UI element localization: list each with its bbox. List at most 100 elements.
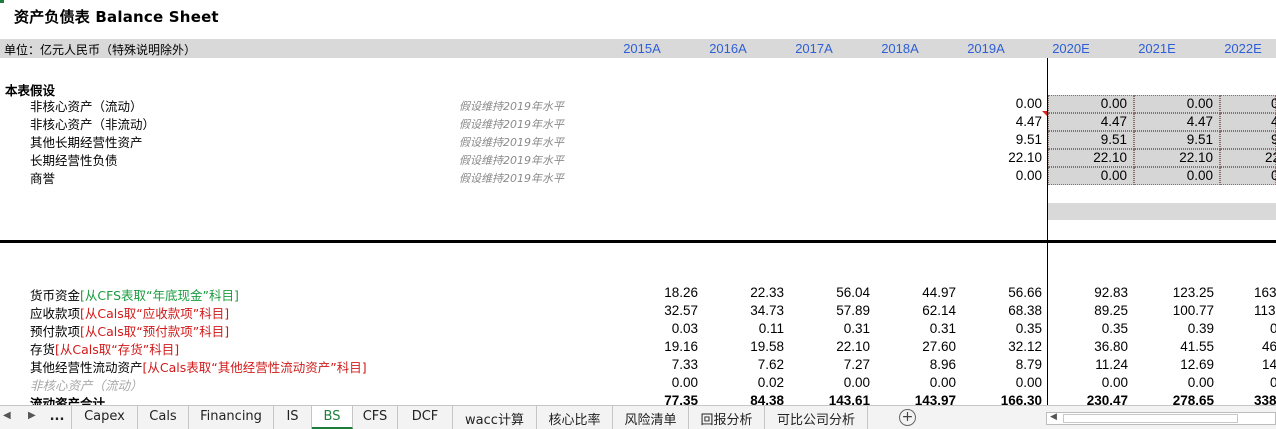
assumption-cell-2021[interactable]: 22.10 [1134, 149, 1220, 167]
tab-wacc[interactable]: wacc计算 [453, 406, 537, 429]
cell-2015[interactable]: 77.35 [618, 393, 698, 405]
source-note: [从Cals表取“其他经营性流动资产”科目] [142, 360, 367, 375]
cell-2016[interactable]: 19.58 [704, 339, 784, 354]
cell-2017[interactable]: 22.10 [790, 339, 870, 354]
cell-2022[interactable]: 113 [1220, 303, 1276, 318]
cell-2022[interactable]: 14 [1220, 357, 1276, 372]
cell-2020[interactable]: 36.80 [1048, 339, 1128, 354]
cell-2019[interactable]: 0.00 [962, 168, 1042, 183]
cell-2022[interactable]: 0 [1220, 375, 1276, 390]
cell-2019[interactable]: 0.00 [962, 96, 1042, 111]
tab-core-ratios[interactable]: 核心比率 [537, 406, 613, 429]
cell-2021[interactable]: 123.25 [1134, 285, 1214, 300]
scrollbar-thumb[interactable] [1063, 414, 1238, 423]
cell-2018[interactable]: 44.97 [876, 285, 956, 300]
tab-is[interactable]: IS [274, 406, 312, 429]
cell-2018[interactable]: 143.97 [876, 393, 956, 405]
cell-2020[interactable]: 0.00 [1048, 375, 1128, 390]
cell-2020[interactable]: 92.83 [1048, 285, 1128, 300]
assumption-cell-2021[interactable]: 0.00 [1134, 95, 1220, 113]
assumption-cell-2020[interactable]: 4.47 [1048, 113, 1134, 131]
spreadsheet-grid[interactable]: 资产负债表 Balance Sheet 单位：亿元人民币（特殊说明除外） 201… [0, 0, 1276, 405]
cell-2019[interactable]: 166.30 [962, 393, 1042, 405]
cell-2017[interactable]: 0.31 [790, 321, 870, 336]
cell-2017[interactable]: 0.00 [790, 375, 870, 390]
cell-2018[interactable]: 8.96 [876, 357, 956, 372]
cell-2020[interactable]: 0.35 [1048, 321, 1128, 336]
assumption-cell-2021[interactable]: 9.51 [1134, 131, 1220, 149]
assumption-cell-2021[interactable]: 0.00 [1134, 167, 1220, 185]
cell-2015[interactable]: 18.26 [618, 285, 698, 300]
assumption-cell-2020[interactable]: 22.10 [1048, 149, 1134, 167]
cell-2019[interactable]: 9.51 [962, 132, 1042, 147]
assumption-cell-2022[interactable]: 22 [1220, 149, 1276, 167]
cell-2019[interactable]: 56.66 [962, 285, 1042, 300]
comment-indicator-icon[interactable] [1042, 111, 1047, 116]
cell-2022[interactable]: 0 [1220, 321, 1276, 336]
cell-2020[interactable]: 11.24 [1048, 357, 1128, 372]
cell-2019[interactable]: 32.12 [962, 339, 1042, 354]
tab-bs[interactable]: BS [312, 406, 353, 429]
cell-2016[interactable]: 34.73 [704, 303, 784, 318]
cell-2018[interactable]: 0.00 [876, 375, 956, 390]
cell-2022[interactable]: 46 [1220, 339, 1276, 354]
cell-2016[interactable]: 0.11 [704, 321, 784, 336]
cell-2019[interactable]: 4.47 [962, 114, 1042, 129]
cell-2018[interactable]: 0.31 [876, 321, 956, 336]
cell-2020[interactable]: 230.47 [1048, 393, 1128, 405]
tab-more[interactable]: ... [43, 406, 72, 429]
assumption-cell-2022[interactable]: 4 [1220, 113, 1276, 131]
assumption-cell-2021[interactable]: 4.47 [1134, 113, 1220, 131]
cell-2021[interactable]: 0.00 [1134, 375, 1214, 390]
cell-2021[interactable]: 41.55 [1134, 339, 1214, 354]
tab-dcf[interactable]: DCF [398, 406, 453, 429]
horizontal-scrollbar[interactable]: ◀ [1046, 412, 1276, 425]
tab-capex[interactable]: Capex [72, 406, 138, 429]
cell-2021[interactable]: 100.77 [1134, 303, 1214, 318]
cell-2016[interactable]: 84.38 [704, 393, 784, 405]
year-header: 2022E [1224, 41, 1262, 56]
assumption-cell-2022[interactable]: 0 [1220, 167, 1276, 185]
cell-2021[interactable]: 12.69 [1134, 357, 1214, 372]
cell-2019[interactable]: 0.35 [962, 321, 1042, 336]
cell-2019[interactable]: 0.00 [962, 375, 1042, 390]
cell-2016[interactable]: 0.02 [704, 375, 784, 390]
assumption-cell-2022[interactable]: 0 [1220, 95, 1276, 113]
cell-2019[interactable]: 22.10 [962, 150, 1042, 165]
cell-2016[interactable]: 22.33 [704, 285, 784, 300]
tab-comparables[interactable]: 可比公司分析 [765, 406, 868, 429]
select-all-corner[interactable] [0, 0, 4, 3]
next-sheet-icon[interactable]: ▶ [28, 410, 36, 421]
cell-2015[interactable]: 0.00 [618, 375, 698, 390]
cell-2017[interactable]: 7.27 [790, 357, 870, 372]
assumption-cell-2020[interactable]: 0.00 [1048, 95, 1134, 113]
cell-2017[interactable]: 56.04 [790, 285, 870, 300]
assumption-cell-2020[interactable]: 9.51 [1048, 131, 1134, 149]
cell-2018[interactable]: 27.60 [876, 339, 956, 354]
assumption-cell-2022[interactable]: 9 [1220, 131, 1276, 149]
cell-2018[interactable]: 62.14 [876, 303, 956, 318]
tab-cfs[interactable]: CFS [353, 406, 398, 429]
cell-2015[interactable]: 32.57 [618, 303, 698, 318]
cell-2017[interactable]: 57.89 [790, 303, 870, 318]
tab-financing[interactable]: Financing [189, 406, 274, 429]
cell-2022[interactable]: 163 [1220, 285, 1276, 300]
cell-2020[interactable]: 89.25 [1048, 303, 1128, 318]
cell-2015[interactable]: 19.16 [618, 339, 698, 354]
cell-2017[interactable]: 143.61 [790, 393, 870, 405]
cell-2016[interactable]: 7.62 [704, 357, 784, 372]
cell-2015[interactable]: 0.03 [618, 321, 698, 336]
cell-2021[interactable]: 0.39 [1134, 321, 1214, 336]
cell-2015[interactable]: 7.33 [618, 357, 698, 372]
prev-sheet-icon[interactable]: ◀ [3, 410, 11, 421]
cell-2022[interactable]: 338 [1220, 393, 1276, 405]
tab-risk-list[interactable]: 风险清单 [613, 406, 689, 429]
scroll-left-icon[interactable]: ◀ [1050, 412, 1057, 422]
assumption-cell-2020[interactable]: 0.00 [1048, 167, 1134, 185]
cell-2019[interactable]: 68.38 [962, 303, 1042, 318]
tab-return-analysis[interactable]: 回报分析 [689, 406, 765, 429]
add-sheet-icon[interactable]: + [899, 409, 916, 426]
tab-cals[interactable]: Cals [138, 406, 189, 429]
cell-2019[interactable]: 8.79 [962, 357, 1042, 372]
cell-2021[interactable]: 278.65 [1134, 393, 1214, 405]
